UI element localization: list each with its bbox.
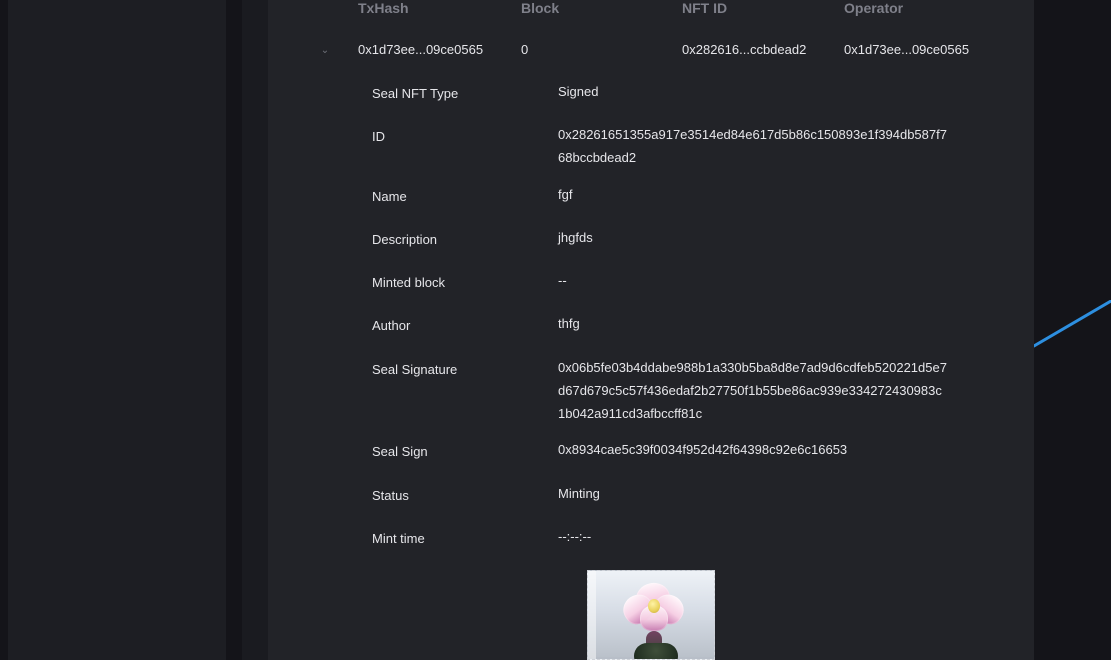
nft-image-preview[interactable] xyxy=(587,570,715,660)
plant-base xyxy=(634,643,678,659)
left-panel xyxy=(8,0,226,660)
row-details: Seal NFT Type Signed ID 0x28261651355a91… xyxy=(268,80,1034,660)
detail-value-status: Minting xyxy=(558,486,600,501)
detail-label-minted-block: Minted block xyxy=(372,275,445,290)
row-operator: 0x1d73ee...09ce0565 xyxy=(844,42,970,57)
row-nft-id: 0x282616...ccbdead2 xyxy=(682,42,807,57)
detail-label-name: Name xyxy=(372,189,407,204)
transactions-card: TxHash Block NFT ID Operator ⌄ 0x1d73ee.… xyxy=(268,0,1034,660)
header-block: Block xyxy=(521,0,560,16)
chevron-down-icon[interactable]: ⌄ xyxy=(320,46,330,56)
detail-label-description: Description xyxy=(372,232,438,247)
detail-value-minted-block: -- xyxy=(558,273,567,288)
table-row-expanded[interactable]: ⌄ 0x1d73ee...09ce0565 0 0x282616...ccbde… xyxy=(268,38,1034,62)
detail-value-description: jhgfds xyxy=(558,230,593,245)
detail-label-author: Author xyxy=(372,318,411,333)
detail-value-mint-time: --:--:-- xyxy=(558,529,592,544)
row-block: 0 xyxy=(521,42,529,57)
detail-value-id: 0x28261651355a917e3514ed84e617d5b86c1508… xyxy=(558,127,947,165)
flower-center xyxy=(648,599,660,613)
detail-label-seal-signature: Seal Signature xyxy=(372,362,458,377)
page: TxHash Block NFT ID Operator ⌄ 0x1d73ee.… xyxy=(0,0,1111,660)
header-operator: Operator xyxy=(844,0,904,16)
detail-value-name: fgf xyxy=(558,187,573,202)
detail-value-seal-sign: 0x8934cae5c39f0034f952d42f64398c92e6c166… xyxy=(558,442,848,457)
row-txhash: 0x1d73ee...09ce0565 xyxy=(358,42,484,57)
detail-label-status: Status xyxy=(372,488,409,503)
detail-label-seal-nft-type: Seal NFT Type xyxy=(372,86,459,101)
header-txhash: TxHash xyxy=(358,0,409,16)
table-header: TxHash Block NFT ID Operator xyxy=(268,0,1034,20)
detail-label-seal-sign: Seal Sign xyxy=(372,444,428,459)
detail-label-mint-time: Mint time xyxy=(372,531,425,546)
accent-line xyxy=(1034,300,1111,348)
detail-value-author: thfg xyxy=(558,316,580,331)
detail-value-seal-nft-type: Signed xyxy=(558,84,599,99)
header-nft-id: NFT ID xyxy=(682,0,728,16)
detail-value-seal-signature: 0x06b5fe03b4ddabe988b1a330b5ba8d8e7ad9d6… xyxy=(558,360,947,421)
detail-label-id: ID xyxy=(372,129,385,144)
